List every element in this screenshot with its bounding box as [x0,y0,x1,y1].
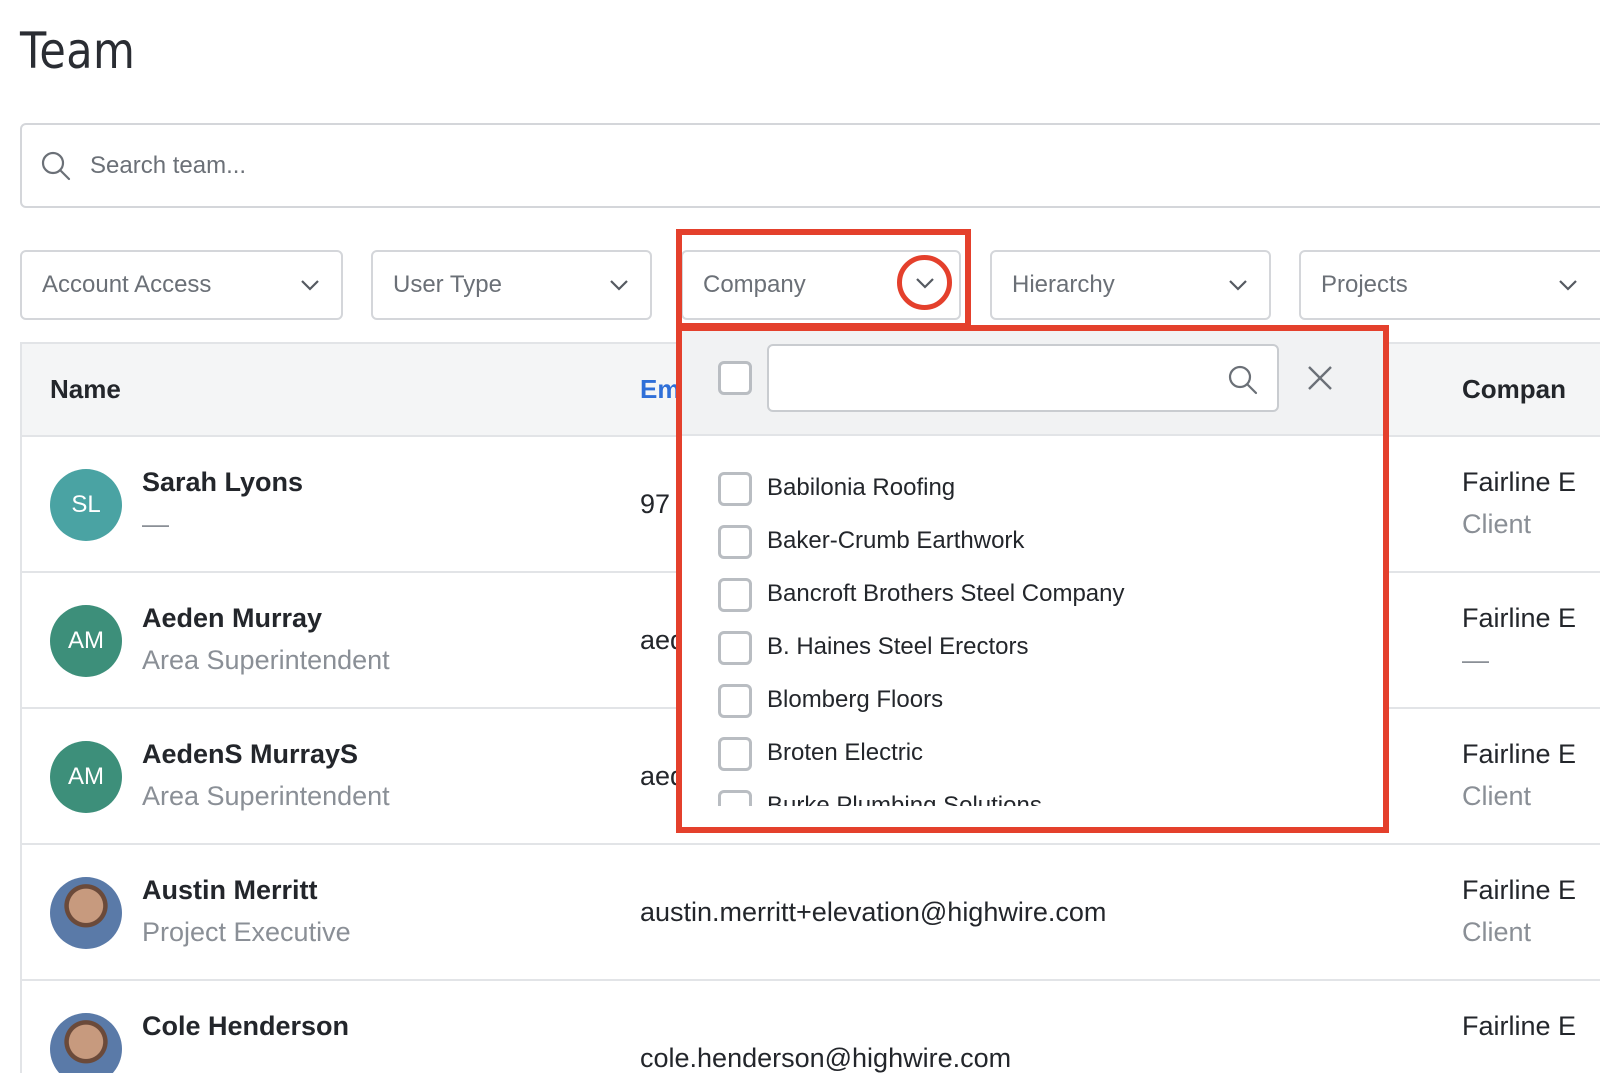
filter-projects[interactable]: Projects [1299,250,1600,320]
member-company: Fairline E [1462,1011,1577,1041]
avatar: SL [50,469,122,541]
member-title: — [142,509,169,539]
member-company: Fairline E [1462,467,1577,497]
avatar: AM [50,741,122,813]
chevron-down-icon [1559,280,1577,291]
column-header-email[interactable]: Em [640,374,680,405]
table-row[interactable]: Cole Henderson cole.henderson@highwire.c… [22,981,1600,1073]
search-icon [41,151,71,180]
avatar-photo [50,1013,122,1073]
company-dropdown-toggle[interactable] [897,255,952,310]
member-name: Sarah Lyons [142,467,304,497]
member-title: Project Executive [142,917,351,947]
chevron-down-icon [1229,280,1247,291]
filter-user-type[interactable]: User Type [371,250,652,320]
search-team-input[interactable]: Search team... [20,123,1600,208]
member-company: Fairline E [1462,603,1577,633]
member-company-type: Client [1462,781,1532,811]
member-title: Area Superintendent [142,781,390,811]
column-header-company[interactable]: Compan [1462,374,1566,405]
member-name: AedenS MurrayS [142,739,359,769]
highlight-company-dropdown [676,325,1389,833]
filter-label: User Type [393,271,502,298]
member-name: Aeden Murray [142,603,323,633]
member-name: Austin Merritt [142,875,318,905]
avatar-photo [50,877,122,949]
member-email: cole.henderson@highwire.com [640,1043,1012,1073]
member-title: Area Superintendent [142,645,390,675]
member-company-type: — [1462,645,1489,675]
table-row[interactable]: Austin Merritt Project Executive austin.… [22,845,1600,981]
page-title: Team [20,22,136,80]
member-company: Fairline E [1462,739,1577,769]
filter-hierarchy[interactable]: Hierarchy [990,250,1271,320]
chevron-down-icon [915,277,934,289]
filter-account-access[interactable]: Account Access [20,250,343,320]
member-email: austin.merritt+elevation@highwire.com [640,897,1107,927]
member-company: Fairline E [1462,875,1577,905]
avatar: AM [50,605,122,677]
member-company-type: Client [1462,509,1532,539]
filter-label: Account Access [42,271,212,298]
column-header-name[interactable]: Name [50,374,121,405]
chevron-down-icon [610,280,628,291]
chevron-down-icon [301,280,319,291]
member-company-type: Client [1462,917,1532,947]
member-name: Cole Henderson [142,1011,350,1041]
member-email: 97 [640,489,671,519]
filter-label: Hierarchy [1012,271,1115,298]
search-placeholder: Search team... [90,151,247,179]
filter-label: Projects [1321,271,1408,298]
